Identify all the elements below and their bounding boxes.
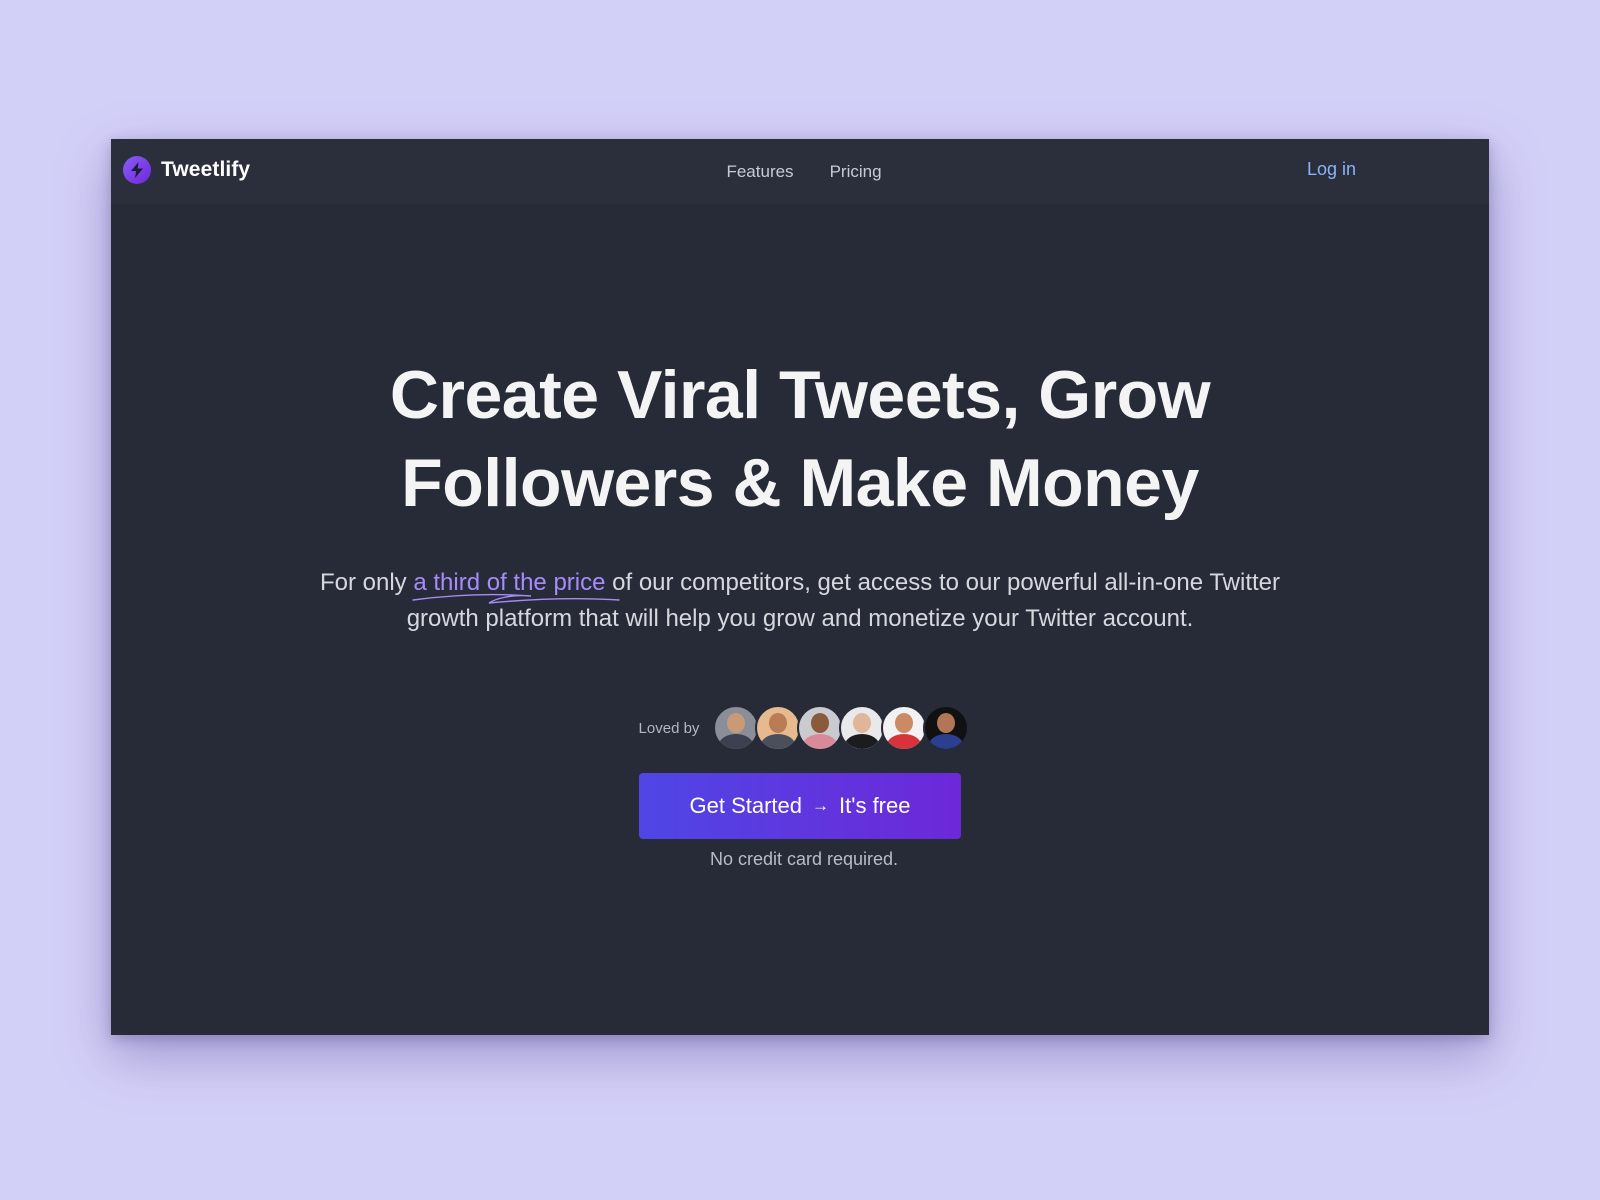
get-started-label: Get Started <box>689 793 803 818</box>
avatar <box>797 705 844 751</box>
nav-links: Features Pricing <box>111 139 1489 204</box>
its-free-label: It's free <box>839 793 911 818</box>
hero-subtitle: For only a third of the price of our com… <box>300 565 1300 637</box>
subtitle-prefix: For only <box>319 569 414 596</box>
hero-title-line-1: Create Viral Tweets, Grow <box>389 357 1211 433</box>
hero-title-line-2: Followers & Make Money <box>401 445 1199 521</box>
arrow-right-icon: → <box>812 796 830 815</box>
avatar <box>755 705 802 751</box>
price-highlight-text: a third of the price <box>413 569 606 596</box>
social-proof: Loved by <box>111 705 1489 751</box>
loved-by-label: Loved by <box>638 719 700 737</box>
top-navbar: Tweetlify Features Pricing Log in <box>111 139 1489 204</box>
nav-link-features[interactable]: Features <box>726 162 793 182</box>
avatar <box>839 705 886 751</box>
hero-title: Create Viral Tweets, Grow Followers & Ma… <box>111 351 1489 527</box>
browser-window: Tweetlify Features Pricing Log in Create… <box>111 139 1489 1035</box>
avatar <box>881 705 928 751</box>
no-credit-card-note: No credit card required. <box>709 849 899 869</box>
price-highlight: a third of the price <box>412 565 621 604</box>
avatar <box>923 705 970 751</box>
login-link[interactable]: Log in <box>1307 159 1356 180</box>
nav-link-pricing[interactable]: Pricing <box>830 162 882 182</box>
avatar <box>713 705 760 751</box>
get-started-button[interactable]: Get Started → It's free <box>639 773 961 839</box>
avatar-stack <box>713 705 970 751</box>
